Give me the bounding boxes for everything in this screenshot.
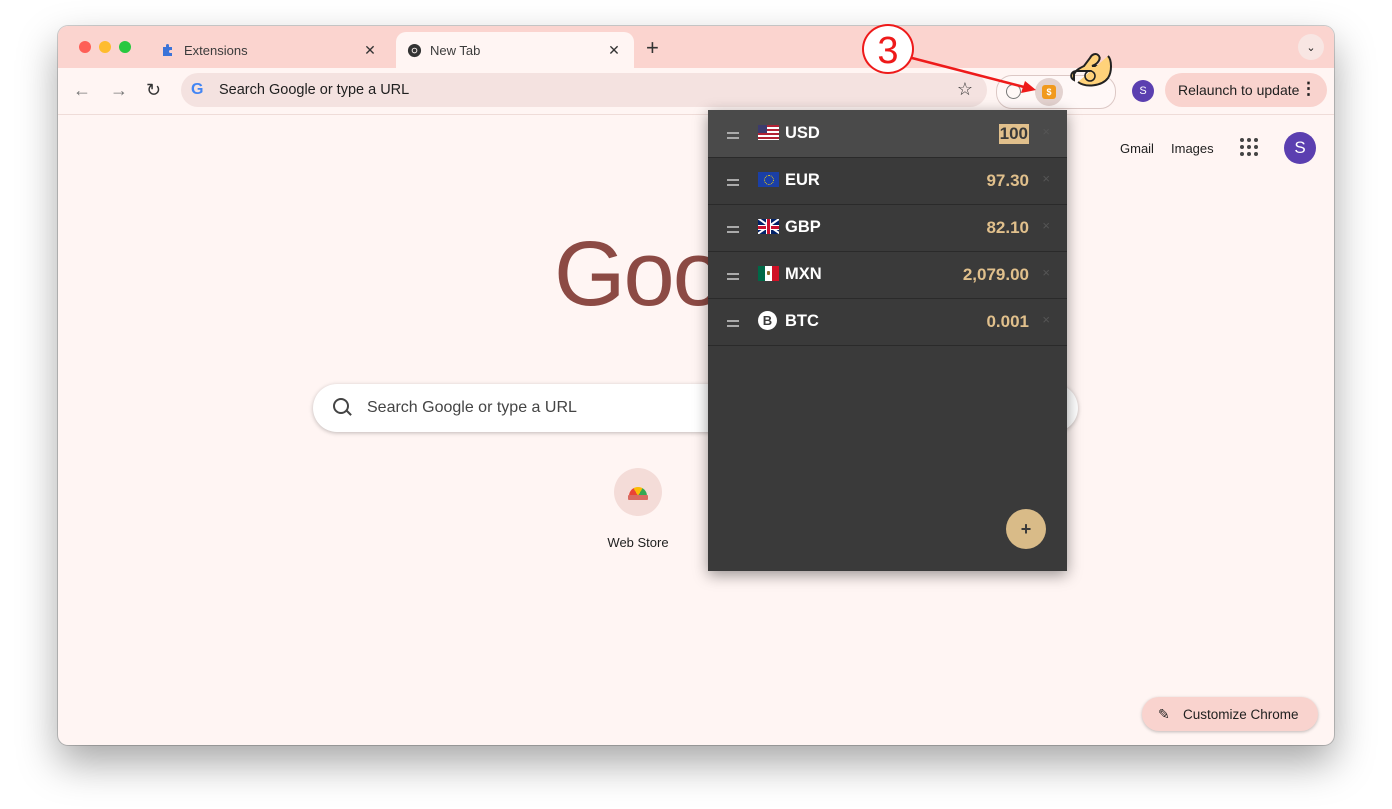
remove-currency-icon[interactable]: × (1042, 265, 1050, 280)
web-store-shortcut[interactable] (614, 468, 662, 516)
new-tab-page: Gmail Images S Goo Search Google or type… (58, 115, 1334, 745)
remove-currency-icon[interactable]: × (1042, 218, 1050, 233)
google-icon: G (191, 81, 204, 98)
remove-currency-icon[interactable]: × (1042, 171, 1050, 186)
mx-flag-icon (758, 266, 779, 281)
us-flag-icon (758, 125, 779, 140)
btc-icon: B (758, 311, 777, 330)
gb-flag-icon (758, 219, 779, 234)
ntp-search-input[interactable]: Search Google or type a URL (367, 399, 577, 417)
tab-extensions[interactable]: Extensions ✕ (150, 32, 390, 68)
bookmark-star-icon[interactable]: ☆ (957, 79, 973, 100)
profile-avatar-small[interactable]: S (1132, 80, 1154, 102)
tab-label: Extensions (184, 42, 248, 58)
omnibox[interactable]: G Search Google or type a URL ☆ (181, 73, 987, 107)
back-icon[interactable]: ← (73, 80, 91, 101)
tab-search-button[interactable]: ⌄ (1298, 34, 1324, 60)
remove-currency-icon[interactable]: × (1042, 124, 1050, 139)
eu-flag-icon (758, 172, 779, 187)
new-tab-button[interactable]: + (646, 35, 659, 61)
browser-window: Extensions ✕ New Tab ✕ + ⌄ ← → ↻ G Searc… (58, 26, 1334, 745)
drag-handle-icon[interactable] (727, 273, 739, 280)
relaunch-label: Relaunch to update (1178, 82, 1300, 98)
remove-currency-icon[interactable]: × (1042, 312, 1050, 327)
currency-extension-icon: $ (1042, 85, 1056, 99)
account-avatar[interactable]: S (1284, 132, 1316, 164)
currency-amount-input[interactable]: 97.30 (986, 171, 1029, 191)
web-store-icon-base (628, 495, 648, 500)
currency-amount-input[interactable]: 100 (998, 124, 1029, 144)
close-window-button[interactable] (79, 41, 91, 53)
customize-chrome-button[interactable]: ✎ Customize Chrome (1142, 697, 1318, 731)
relaunch-button[interactable]: Relaunch to update ⋮ (1165, 73, 1327, 107)
add-currency-button[interactable]: + (1006, 509, 1046, 549)
step-number-badge: 3 (862, 24, 914, 74)
google-logo: Goo (554, 223, 724, 325)
currency-code: EUR (785, 171, 820, 189)
customize-label: Customize Chrome (1183, 707, 1299, 722)
currency-code: USD (785, 124, 820, 142)
currency-amount-input[interactable]: 2,079.00 (963, 265, 1029, 285)
close-tab-icon[interactable]: ✕ (604, 42, 624, 59)
currency-converter-popup: USD 100 × EUR 97.30 × GBP 82.10 × MXN 2,… (708, 110, 1067, 571)
chrome-icon (406, 42, 422, 58)
currency-code: MXN (785, 265, 822, 283)
forward-icon[interactable]: → (110, 80, 128, 101)
tab-new-tab[interactable]: New Tab ✕ (396, 32, 634, 68)
apps-grid-icon[interactable] (1240, 138, 1258, 156)
gmail-link[interactable]: Gmail (1120, 141, 1154, 156)
currency-row-usd[interactable]: USD 100 × (708, 110, 1067, 158)
currency-extension-button[interactable]: $ (1035, 78, 1063, 106)
puzzle-icon (160, 42, 176, 58)
currency-amount-input[interactable]: 0.001 (986, 312, 1029, 332)
currency-row-gbp[interactable]: GBP 82.10 × (708, 204, 1067, 252)
drag-handle-icon[interactable] (727, 179, 739, 186)
minimize-window-button[interactable] (99, 41, 111, 53)
tab-label: New Tab (430, 42, 481, 58)
currency-row-mxn[interactable]: MXN 2,079.00 × (708, 251, 1067, 299)
kebab-menu-icon[interactable]: ⋮ (1300, 79, 1317, 99)
currency-code: GBP (785, 218, 821, 236)
reload-icon[interactable]: ↻ (146, 80, 161, 101)
currency-row-btc[interactable]: B BTC 0.001 × (708, 298, 1067, 346)
pencil-icon: ✎ (1158, 706, 1170, 722)
timer-extension-icon[interactable] (1006, 84, 1021, 99)
shortcut-label[interactable]: Web Store (596, 535, 680, 550)
extensions-area: $ (996, 75, 1116, 109)
drag-handle-icon[interactable] (727, 320, 739, 327)
currency-row-eur[interactable]: EUR 97.30 × (708, 157, 1067, 205)
close-tab-icon[interactable]: ✕ (360, 42, 380, 59)
tab-strip: Extensions ✕ New Tab ✕ + ⌄ (58, 26, 1334, 68)
maximize-window-button[interactable] (119, 41, 131, 53)
currency-amount-input[interactable]: 82.10 (986, 218, 1029, 238)
omnibox-input[interactable]: Search Google or type a URL (219, 82, 409, 98)
currency-code: BTC (785, 312, 819, 330)
drag-handle-icon[interactable] (727, 226, 739, 233)
images-link[interactable]: Images (1171, 141, 1214, 156)
search-icon (333, 398, 349, 414)
toolbar: ← → ↻ G Search Google or type a URL ☆ $ … (58, 68, 1334, 115)
drag-handle-icon[interactable] (727, 132, 739, 139)
chevron-down-icon: ⌄ (1306, 41, 1316, 54)
